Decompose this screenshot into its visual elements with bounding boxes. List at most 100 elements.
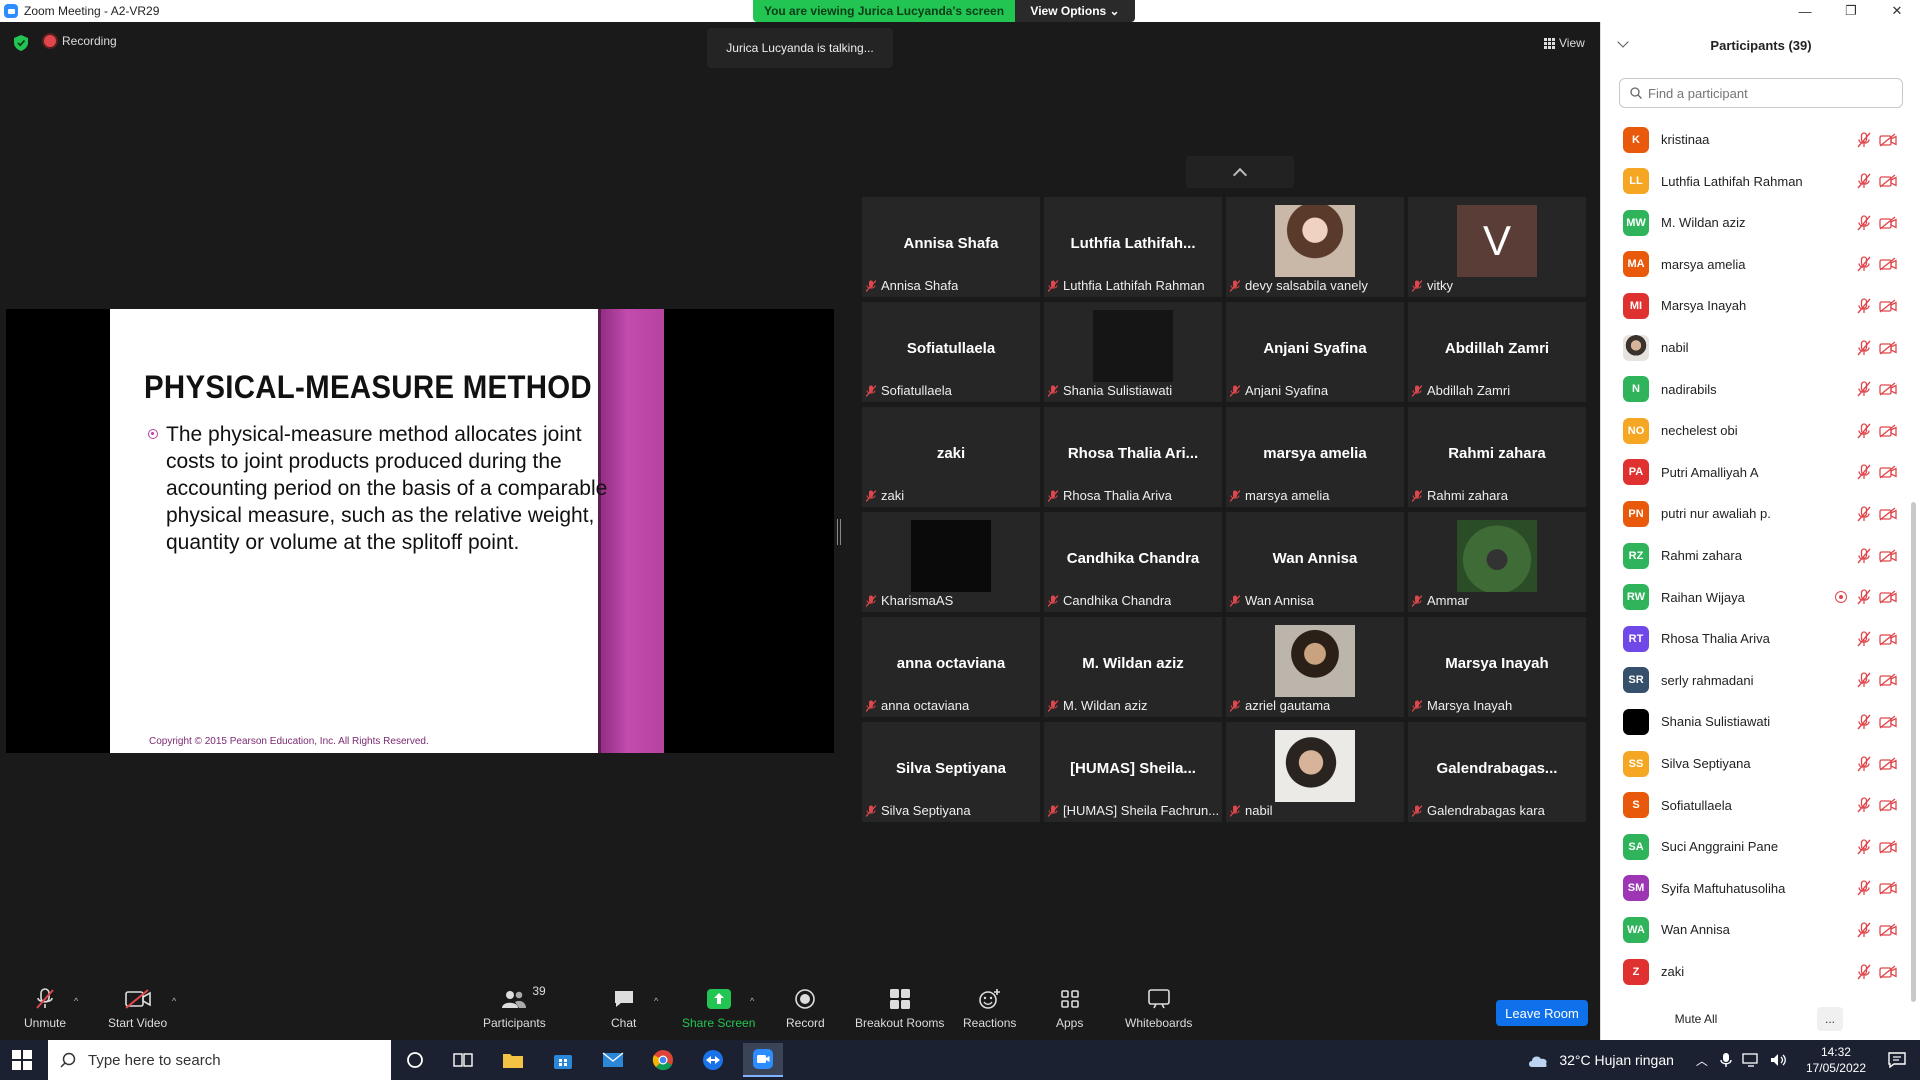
video-tile[interactable]: anna octaviana anna octaviana	[862, 617, 1040, 717]
video-tile[interactable]: marsya amelia marsya amelia	[1226, 407, 1404, 507]
participant-row[interactable]: Shania Sulistiawati	[1601, 701, 1907, 742]
unmute-button[interactable]: Unmute	[24, 988, 66, 1030]
participant-search[interactable]	[1619, 78, 1903, 108]
participant-search-input[interactable]	[1648, 85, 1888, 101]
muted-mic-icon[interactable]	[1857, 423, 1871, 439]
video-off-icon[interactable]	[1879, 465, 1897, 479]
maximize-button[interactable]: ❐	[1828, 0, 1874, 22]
video-off-icon[interactable]	[1879, 964, 1897, 979]
collapse-chevron-icon[interactable]	[1617, 36, 1629, 48]
video-tile[interactable]: Abdillah Zamri Abdillah Zamri	[1408, 302, 1586, 402]
participant-row[interactable]: MA marsya amelia	[1601, 244, 1907, 285]
windows-start-icon[interactable]	[12, 1050, 32, 1070]
video-tile[interactable]: M. Wildan aziz M. Wildan aziz	[1044, 617, 1222, 717]
muted-mic-icon[interactable]	[1857, 464, 1871, 480]
muted-mic-icon[interactable]	[1857, 922, 1871, 938]
video-tile[interactable]: Shania Sulistiawati	[1044, 302, 1222, 402]
chat-options-caret-icon[interactable]: ^	[654, 996, 658, 1006]
video-off-icon[interactable]	[1879, 548, 1897, 563]
participant-row[interactable]: RT Rhosa Thalia Ariva	[1601, 618, 1907, 659]
video-options-caret-icon[interactable]: ^	[172, 996, 176, 1006]
share-screen-button[interactable]: Share Screen	[682, 988, 755, 1030]
leave-room-button[interactable]: Leave Room	[1496, 1000, 1588, 1026]
muted-mic-icon[interactable]	[1857, 506, 1871, 522]
video-off-icon[interactable]	[1879, 174, 1897, 188]
muted-mic-icon[interactable]	[1857, 755, 1871, 772]
video-tile[interactable]: Marsya Inayah Marsya Inayah	[1408, 617, 1586, 717]
video-off-icon[interactable]	[1879, 715, 1897, 729]
video-tile[interactable]: Rhosa Thalia Ari... Rhosa Thalia Ariva	[1044, 407, 1222, 507]
video-tile[interactable]: zaki zaki	[862, 407, 1040, 507]
video-off-icon[interactable]	[1879, 673, 1897, 687]
video-off-icon[interactable]	[1879, 299, 1897, 313]
participants-list[interactable]: Kkristinaa LL Luthfia Lathifah Rahman MW M. …	[1601, 118, 1907, 998]
video-tile[interactable]: Wan Annisa Wan Annisa	[1226, 512, 1404, 612]
view-layout-button[interactable]: View	[1538, 32, 1591, 54]
participant-row[interactable]: S Sofiatullaela	[1601, 785, 1907, 826]
participant-row[interactable]: LL Luthfia Lathifah Rahman	[1601, 161, 1907, 202]
recording-indicator[interactable]: Recording	[44, 34, 117, 48]
participant-row[interactable]: MI Marsya Inayah	[1601, 285, 1907, 326]
participant-row[interactable]: WA Wan Annisa	[1601, 909, 1907, 950]
video-off-icon[interactable]	[1879, 507, 1897, 521]
zoom-taskbar-icon[interactable]	[743, 1043, 783, 1077]
muted-mic-icon[interactable]	[1857, 173, 1871, 189]
muted-mic-icon[interactable]	[1857, 589, 1871, 605]
security-shield-icon[interactable]	[14, 35, 28, 51]
muted-mic-icon[interactable]	[1857, 298, 1871, 314]
participant-row[interactable]: RZ Rahmi zahara	[1601, 535, 1907, 576]
muted-mic-icon[interactable]	[1857, 631, 1871, 647]
mute-all-button[interactable]: Mute All	[1661, 1006, 1731, 1032]
start-video-button[interactable]: Start Video	[108, 988, 167, 1030]
record-button[interactable]: Record	[786, 988, 825, 1030]
video-off-icon[interactable]	[1879, 590, 1897, 604]
muted-mic-icon[interactable]	[1857, 381, 1871, 397]
video-tile[interactable]: Annisa Shafa Annisa Shafa	[862, 197, 1040, 297]
participant-row[interactable]: SA Suci Anggraini Pane	[1601, 826, 1907, 867]
task-view-icon[interactable]	[443, 1046, 483, 1074]
store-icon[interactable]	[543, 1046, 583, 1074]
participant-row[interactable]: SM Syifa Maftuhatusoliha	[1601, 868, 1907, 909]
video-off-icon[interactable]	[1879, 257, 1897, 271]
weather-label[interactable]: 32°C Hujan ringan	[1559, 1052, 1674, 1068]
video-tile[interactable]: devy salsabila vanely	[1226, 197, 1404, 297]
video-off-icon[interactable]	[1879, 756, 1897, 771]
video-tile[interactable]: nabil	[1226, 722, 1404, 822]
video-tile[interactable]: Silva Septiyana Silva Septiyana	[862, 722, 1040, 822]
video-tile[interactable]: Vvitky	[1408, 197, 1586, 297]
video-off-icon[interactable]	[1879, 798, 1897, 812]
muted-mic-icon[interactable]	[1857, 215, 1871, 231]
mail-icon[interactable]	[593, 1046, 633, 1074]
close-window-button[interactable]: ✕	[1874, 0, 1920, 22]
minimize-button[interactable]: —	[1782, 0, 1828, 22]
participant-row[interactable]: NO nechelest obi	[1601, 410, 1907, 451]
video-tile[interactable]: Anjani Syafina Anjani Syafina	[1226, 302, 1404, 402]
whiteboards-button[interactable]: Whiteboards	[1125, 988, 1192, 1030]
participants-button[interactable]: 39 Participants	[483, 984, 546, 1030]
microphone-tray-icon[interactable]	[1720, 1052, 1732, 1068]
video-tile[interactable]: Sofiatullaela Sofiatullaela	[862, 302, 1040, 402]
gallery-scroll-up-button[interactable]	[1186, 156, 1294, 188]
view-options-button[interactable]: View Options ⌄	[1015, 0, 1135, 22]
muted-mic-icon[interactable]	[1857, 963, 1871, 980]
participant-row[interactable]: Kkristinaa	[1601, 119, 1907, 160]
chat-button[interactable]: Chat	[611, 988, 636, 1030]
video-tile[interactable]: Candhika Chandra Candhika Chandra	[1044, 512, 1222, 612]
share-options-caret-icon[interactable]: ^	[750, 996, 754, 1006]
cortana-icon[interactable]	[395, 1046, 435, 1074]
tray-chevron-icon[interactable]: ︿	[1696, 1052, 1708, 1069]
video-tile[interactable]: Luthfia Lathifah... Luthfia Lathifah Rahm…	[1044, 197, 1222, 297]
video-tile[interactable]: Rahmi zahara Rahmi zahara	[1408, 407, 1586, 507]
video-tile[interactable]: [HUMAS] Sheila... [HUMAS] Sheila Fachrun.…	[1044, 722, 1222, 822]
participant-row[interactable]: MW M. Wildan aziz	[1601, 202, 1907, 243]
muted-mic-icon[interactable]	[1857, 714, 1871, 730]
taskbar-search[interactable]: Type here to search	[48, 1040, 391, 1080]
video-tile[interactable]: azriel gautama	[1226, 617, 1404, 717]
video-off-icon[interactable]	[1879, 840, 1897, 854]
muted-mic-icon[interactable]	[1857, 131, 1871, 148]
notifications-icon[interactable]	[1888, 1052, 1906, 1068]
participant-row[interactable]: PN putri nur awaliah p.	[1601, 493, 1907, 534]
participant-row[interactable]: Zzaki	[1601, 951, 1907, 992]
participant-row[interactable]: Nnadirabils	[1601, 369, 1907, 410]
muted-mic-icon[interactable]	[1857, 256, 1871, 272]
